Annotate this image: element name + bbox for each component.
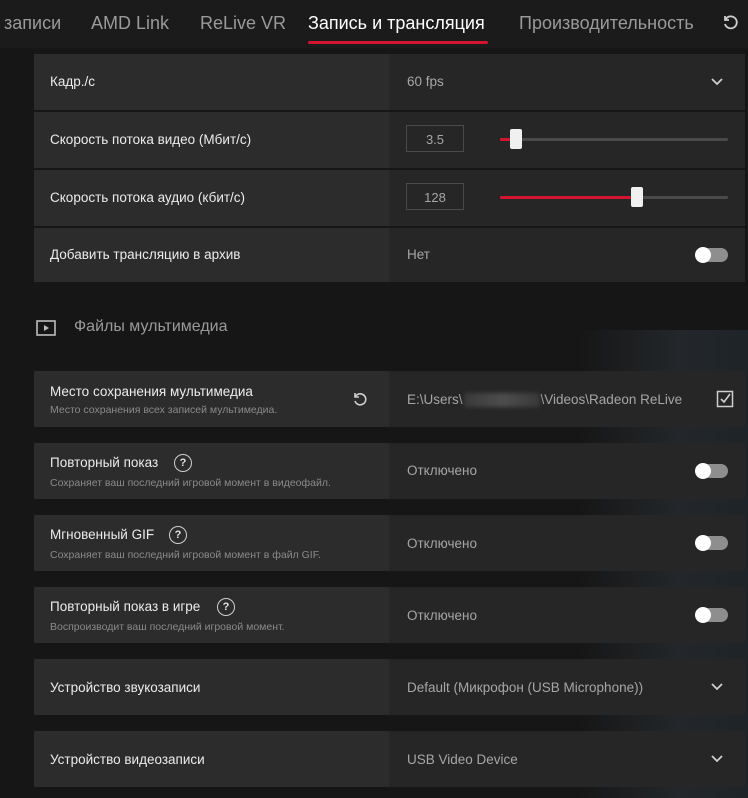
path-suffix: \Videos\Radeon ReLive xyxy=(540,392,683,407)
video-bitrate-label: Скорость потока видео (Мбит/с) xyxy=(50,132,252,147)
video-device-label: Устройство видеозаписи xyxy=(50,752,205,767)
audio-bitrate-input[interactable]: 128 xyxy=(406,183,464,210)
help-icon[interactable]: ? xyxy=(169,526,187,544)
reset-icon[interactable] xyxy=(720,8,748,36)
active-tab-indicator xyxy=(308,41,488,44)
in-game-replay-value: Отключено xyxy=(407,608,477,623)
help-icon[interactable]: ? xyxy=(174,454,192,472)
audio-device-dropdown[interactable]: Default (Микрофон (USB Microphone)) xyxy=(390,659,745,715)
instant-replay-sublabel: Сохраняет ваш последний игровой момент в… xyxy=(50,477,331,489)
chevron-down-icon xyxy=(711,755,723,763)
help-icon[interactable]: ? xyxy=(217,598,235,616)
archive-toggle[interactable] xyxy=(695,247,728,263)
video-bitrate-row: Скорость потока видео (Мбит/с) 3.5 xyxy=(34,112,745,168)
audio-device-label: Устройство звукозаписи xyxy=(50,680,201,695)
fps-value: 60 fps xyxy=(407,74,444,89)
fps-dropdown[interactable]: 60 fps xyxy=(390,54,745,110)
tab-bar: записи AMD Link ReLive VR Запись и транс… xyxy=(0,0,748,48)
instant-replay-toggle[interactable] xyxy=(695,463,728,479)
in-game-replay-row: Повторный показ в игре ? Воспроизводит в… xyxy=(34,587,745,643)
tab-record-stream[interactable]: Запись и трансляция xyxy=(308,8,485,38)
instant-gif-label: Мгновенный GIF xyxy=(50,527,155,542)
audio-bitrate-row: Скорость потока аудио (кбит/с) 128 xyxy=(34,170,745,226)
archive-value: Нет xyxy=(407,247,430,262)
video-device-value: USB Video Device xyxy=(407,752,518,767)
video-bitrate-input[interactable]: 3.5 xyxy=(406,125,464,152)
in-game-replay-label: Повторный показ в игре xyxy=(50,599,201,614)
save-location-label: Место сохранения мультимедиа xyxy=(50,384,253,399)
audio-device-value: Default (Микрофон (USB Microphone)) xyxy=(407,680,644,695)
instant-gif-toggle[interactable] xyxy=(695,535,728,551)
chevron-down-icon xyxy=(711,683,723,691)
video-bitrate-slider[interactable] xyxy=(500,129,728,149)
tab-amd-link[interactable]: AMD Link xyxy=(91,8,169,38)
audio-bitrate-slider[interactable] xyxy=(500,187,728,207)
slider-thumb[interactable] xyxy=(630,187,643,207)
instant-gif-value: Отключено xyxy=(407,536,477,551)
section-title: Файлы мультимедиа xyxy=(74,318,228,335)
instant-replay-label: Повторный показ xyxy=(50,455,159,470)
audio-bitrate-label: Скорость потока аудио (кбит/с) xyxy=(50,190,246,205)
redacted-username xyxy=(463,393,540,408)
reset-icon[interactable] xyxy=(351,390,369,408)
slider-thumb[interactable] xyxy=(509,129,522,149)
folder-browse-icon[interactable] xyxy=(716,390,734,408)
play-icon xyxy=(36,320,56,336)
audio-device-row: Устройство звукозаписи Default (Микрофон… xyxy=(34,659,745,715)
tab-performance[interactable]: Производительность xyxy=(519,8,694,38)
video-device-dropdown[interactable]: USB Video Device xyxy=(390,731,745,787)
in-game-replay-sublabel: Воспроизводит ваш последний игровой моме… xyxy=(50,621,285,633)
fps-label: Кадр./с xyxy=(50,74,96,89)
fps-row: Кадр./с 60 fps xyxy=(34,54,745,110)
path-prefix: E:\Users\ xyxy=(407,392,463,407)
archive-row: Добавить трансляцию в архив Нет xyxy=(34,228,745,282)
video-device-row: Устройство видеозаписи USB Video Device xyxy=(34,731,745,787)
tab-recordings[interactable]: записи xyxy=(4,8,61,38)
instant-gif-row: Мгновенный GIF ? Сохраняет ваш последний… xyxy=(34,515,745,571)
in-game-replay-toggle[interactable] xyxy=(695,607,728,623)
save-location-sublabel: Место сохранения всех записей мультимеди… xyxy=(50,404,278,416)
archive-label: Добавить трансляцию в архив xyxy=(50,247,241,262)
tab-relive-vr[interactable]: ReLive VR xyxy=(200,8,286,38)
save-location-row: Место сохранения мультимедиа Место сохра… xyxy=(34,371,745,427)
instant-replay-row: Повторный показ ? Сохраняет ваш последни… xyxy=(34,443,745,499)
chevron-down-icon xyxy=(711,78,723,86)
instant-gif-sublabel: Сохраняет ваш последний игровой момент в… xyxy=(50,549,321,561)
save-location-path[interactable]: E:\Users\ \Videos\Radeon ReLive xyxy=(407,392,683,408)
instant-replay-value: Отключено xyxy=(407,463,477,478)
